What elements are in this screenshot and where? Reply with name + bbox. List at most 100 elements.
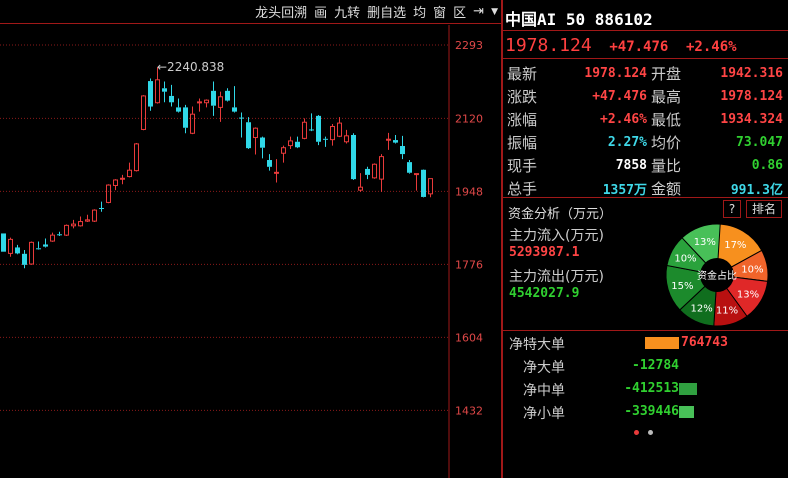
candle [218, 91, 223, 122]
candle [190, 106, 195, 135]
pie-slice-label: 10% [741, 264, 763, 275]
candle [120, 174, 125, 185]
candle-body [148, 81, 153, 107]
candle-body [393, 140, 398, 143]
candle-body [309, 129, 314, 131]
stat-value: 73.047 [736, 135, 783, 150]
stat-label: 振幅 [507, 134, 538, 152]
candle [64, 224, 69, 236]
candle-body [337, 122, 342, 137]
candle-body [120, 177, 125, 180]
pie-slice-label: 17% [724, 240, 746, 251]
candle [267, 154, 272, 171]
stat-label: 涨跌 [507, 88, 538, 106]
page-dot-1[interactable] [634, 430, 639, 435]
net-flow-value: -339446 [624, 404, 679, 419]
candle [316, 115, 321, 146]
stat-label: 均价 [651, 134, 682, 152]
candle-body [211, 90, 216, 106]
pie-slice-label: 11% [716, 306, 738, 317]
candlestick-chart[interactable]: 2293 2120 1948 1776 1604 1432 ←2240.838 [0, 25, 502, 478]
candle-body [274, 171, 279, 174]
candle [302, 118, 307, 140]
candle-body [379, 156, 384, 180]
candle [372, 163, 377, 179]
quote-panel: 中国AI 50 886102 1978.124 +47.476 +2.46% 最… [503, 0, 788, 478]
candle [29, 241, 34, 265]
candle-body [232, 107, 237, 112]
y-tick-label: 1948 [455, 185, 483, 198]
candle-body [99, 207, 104, 209]
candle-body [414, 173, 419, 176]
candle-body [29, 241, 34, 265]
candle [113, 179, 118, 191]
candle [176, 98, 181, 113]
collapse-right-icon[interactable]: ⇥ [473, 4, 484, 19]
stat-label: 涨幅 [507, 111, 538, 129]
candle [204, 99, 209, 108]
candle-body [106, 184, 111, 203]
candle [288, 136, 293, 149]
candle [22, 249, 27, 269]
candle-body [400, 146, 405, 155]
candle [365, 166, 370, 180]
candle-body [197, 101, 202, 104]
chevron-down-icon[interactable]: ▼ [491, 7, 498, 17]
stat-row: 涨幅 +2.46% 最低 1934.324 [507, 108, 787, 131]
candle [127, 162, 132, 178]
candle [15, 244, 20, 255]
net-flow-label: 净特大单 [509, 337, 565, 353]
candle-body [295, 141, 300, 148]
candle-body [323, 138, 328, 140]
toolbar-average[interactable]: 均 [413, 2, 426, 21]
pie-slice-label: 15% [671, 281, 693, 292]
divider [503, 58, 788, 59]
candle-body [57, 234, 62, 236]
candle [351, 133, 356, 180]
divider [503, 330, 788, 331]
page-dot-2[interactable] [648, 430, 653, 435]
candle [400, 135, 405, 160]
toolbar-leader-backtrack[interactable]: 龙头回溯 [255, 2, 307, 21]
price-change-pct: +2.46% [686, 39, 737, 55]
stat-row: 涨跌 +47.476 最高 1978.124 [507, 85, 787, 108]
y-tick-label: 1432 [455, 404, 483, 417]
candle [274, 159, 279, 183]
candle-body [1, 233, 6, 252]
candle [50, 232, 55, 242]
candle-body [141, 95, 146, 130]
price-line: 1978.124 +47.476 +2.46% [505, 35, 737, 56]
stat-row: 最新 1978.124 开盘 1942.316 [507, 62, 787, 85]
toolbar-nine-turn[interactable]: 九转 [334, 2, 360, 21]
candle [36, 241, 41, 250]
main-outflow-value: 4542027.9 [509, 286, 580, 301]
stat-label: 最低 [651, 111, 682, 129]
toolbar-remove-watchlist[interactable]: 删自选 [367, 2, 406, 21]
candle [386, 132, 391, 150]
main-inflow-value: 5293987.1 [509, 245, 580, 260]
candle-body [421, 169, 426, 197]
stat-value: +2.46% [600, 112, 647, 127]
candle-body [134, 143, 139, 172]
candle [260, 136, 265, 159]
pie-slice-label: 10% [674, 254, 696, 265]
candle-body [190, 113, 195, 134]
candle [379, 154, 384, 192]
candle-body [386, 138, 391, 141]
candle [106, 184, 111, 204]
toolbar-range[interactable]: 区 [453, 2, 466, 21]
net-flow-bar [679, 383, 698, 395]
candle-body [204, 99, 209, 104]
candle [323, 136, 328, 147]
candle-body [218, 96, 223, 108]
candle-body [302, 121, 307, 139]
stat-label: 现手 [507, 157, 538, 175]
toolbar-window[interactable]: 窗 [433, 2, 446, 21]
candle-body [113, 179, 118, 186]
candle [162, 81, 167, 103]
candle-body [344, 135, 349, 143]
candle-body [225, 90, 230, 101]
stat-value: 1934.324 [720, 112, 783, 127]
toolbar-draw[interactable]: 画 [314, 2, 327, 21]
y-tick-label: 2120 [455, 112, 483, 125]
